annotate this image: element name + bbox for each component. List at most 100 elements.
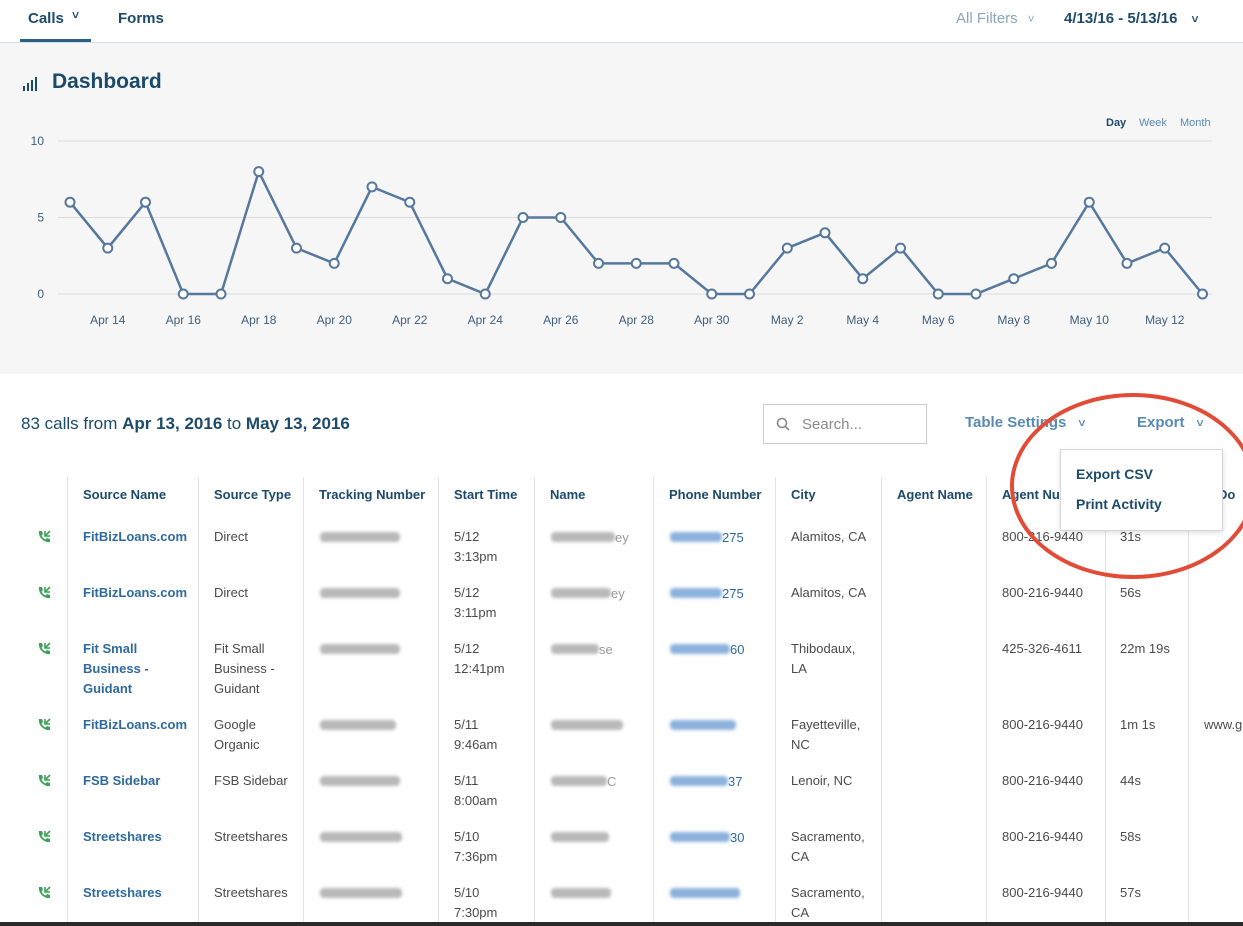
phone-number-link[interactable]: 275: [670, 527, 744, 548]
data-point: [177, 288, 189, 300]
export-menu: Export CSV Print Activity: [1060, 449, 1223, 531]
source-name-line: Streetshares: [83, 885, 162, 900]
start-time: 5/10 7:30pm: [454, 883, 497, 923]
redacted-text: [320, 588, 400, 598]
start-time-line: 3:13pm: [454, 549, 498, 564]
search-input[interactable]: [800, 415, 924, 434]
phone-number-link[interactable]: 37: [670, 771, 742, 792]
column-header-start-time[interactable]: Start Time: [454, 477, 530, 513]
source-name-link[interactable]: FitBizLoans.com: [83, 583, 193, 603]
column-divider: [198, 477, 199, 926]
column-divider: [303, 477, 304, 926]
x-tick-label: Apr 26: [543, 313, 579, 327]
caller-name-redacted: [551, 827, 609, 848]
agent-number: 800-216-9440: [1002, 885, 1083, 900]
start-time: 5/12 12:41pm: [454, 639, 505, 679]
x-tick-label: Apr 18: [241, 313, 277, 327]
redacted-text: [670, 888, 740, 898]
start-time-line: 7:36pm: [454, 849, 498, 864]
data-point: [1197, 288, 1208, 300]
source-type: FSB Sidebar: [214, 771, 294, 791]
search-icon: [776, 417, 790, 431]
column-header-source-type[interactable]: Source Type: [214, 477, 299, 513]
caller-name-redacted: C: [551, 771, 616, 792]
agent-number: 800-216-9440: [1002, 829, 1083, 844]
start-time: 5/11 9:46am: [454, 715, 497, 755]
data-point: [895, 242, 906, 254]
column-header-phone-number[interactable]: Phone Number: [669, 477, 774, 513]
y-tick-label: 0: [37, 287, 44, 301]
data-point: [253, 166, 265, 178]
print-activity-menu-item[interactable]: Print Activity: [1076, 496, 1162, 512]
date-range-dropdown[interactable]: 4/13/16 - 5/13/16 ˅: [1064, 10, 1198, 27]
source-name-link[interactable]: FitBizLoans.com: [83, 715, 193, 735]
redacted-text: [320, 888, 402, 898]
source-name-link[interactable]: FitBizLoans.com: [83, 527, 193, 547]
phone-number-tail: 37: [728, 774, 743, 789]
phone-number-link[interactable]: 30: [670, 827, 744, 848]
tracking-number-redacted: [320, 771, 400, 792]
column-header-source-name[interactable]: Source Name: [83, 477, 193, 513]
source-type: Direct: [214, 583, 294, 603]
source-type-line: FSB Sidebar: [214, 773, 288, 788]
data-point: [932, 288, 944, 300]
inbound-call-icon: [38, 774, 51, 787]
export-dropdown[interactable]: Export ˅: [1137, 414, 1204, 431]
redacted-text: [670, 720, 736, 730]
call-duration: 56s: [1120, 585, 1141, 600]
data-point: [215, 288, 227, 300]
phone-number-link[interactable]: 275: [670, 583, 744, 604]
redacted-text: [551, 832, 609, 842]
data-point: [744, 288, 755, 300]
x-tick-label: May 12: [1145, 313, 1185, 327]
inbound-call-icon: [38, 530, 51, 543]
source-name-link[interactable]: Streetshares: [83, 883, 193, 903]
caller-name-tail: ey: [615, 530, 629, 545]
redacted-text: [551, 888, 611, 898]
search-box[interactable]: [763, 404, 927, 444]
source-type-line: Direct: [214, 529, 248, 544]
source-name-link[interactable]: Streetshares: [83, 827, 193, 847]
redacted-text: [670, 832, 730, 842]
phone-number-link[interactable]: [670, 715, 736, 736]
export-csv-menu-item[interactable]: Export CSV: [1076, 466, 1153, 482]
source-name-link[interactable]: Fit Small Business - Guidant: [83, 639, 193, 699]
data-point: [668, 257, 680, 269]
source-name-link[interactable]: FSB Sidebar: [83, 771, 193, 791]
x-tick-label: Apr 24: [468, 313, 504, 327]
phone-number-tail: 275: [722, 586, 744, 601]
data-point: [404, 196, 416, 208]
tracking-number-redacted: [320, 527, 400, 548]
caller-name-redacted: ey: [551, 583, 625, 604]
chevron-down-icon: ˅: [72, 8, 80, 22]
city-line: NC: [791, 737, 810, 752]
redacted-text: [551, 644, 599, 654]
redacted-text: [670, 532, 722, 542]
city-line: Fayetteville,: [791, 717, 861, 732]
start-time: 5/10 7:36pm: [454, 827, 497, 867]
data-point: [328, 257, 340, 269]
redacted-text: [670, 776, 728, 786]
city-line: Alamitos, CA: [791, 585, 867, 600]
data-point: [970, 288, 982, 300]
redacted-text: [670, 644, 730, 654]
table-settings-dropdown[interactable]: Table Settings ˅: [965, 414, 1085, 431]
column-header-tracking-number[interactable]: Tracking Number: [319, 477, 434, 513]
redacted-text: [551, 720, 623, 730]
column-header-name[interactable]: Name: [550, 477, 650, 513]
redacted-text: [551, 588, 611, 598]
tab-calls[interactable]: Calls ˅: [20, 0, 91, 42]
source-type-line: Streetshares: [214, 885, 288, 900]
source-type-line: Direct: [214, 585, 248, 600]
start-time-line: 3:11pm: [454, 605, 497, 620]
source-type-line: Organic: [214, 737, 260, 752]
column-divider: [1105, 477, 1106, 926]
inbound-call-icon: [38, 718, 51, 731]
column-header-city[interactable]: City: [791, 477, 879, 513]
phone-number-link[interactable]: [670, 883, 740, 904]
city: Lenoir, NC: [791, 771, 876, 791]
phone-number-link[interactable]: 60: [670, 639, 744, 660]
column-header-agent-name[interactable]: Agent Name: [897, 477, 983, 513]
all-filters-dropdown[interactable]: All Filters ˅: [956, 10, 1035, 27]
column-divider: [438, 477, 439, 926]
